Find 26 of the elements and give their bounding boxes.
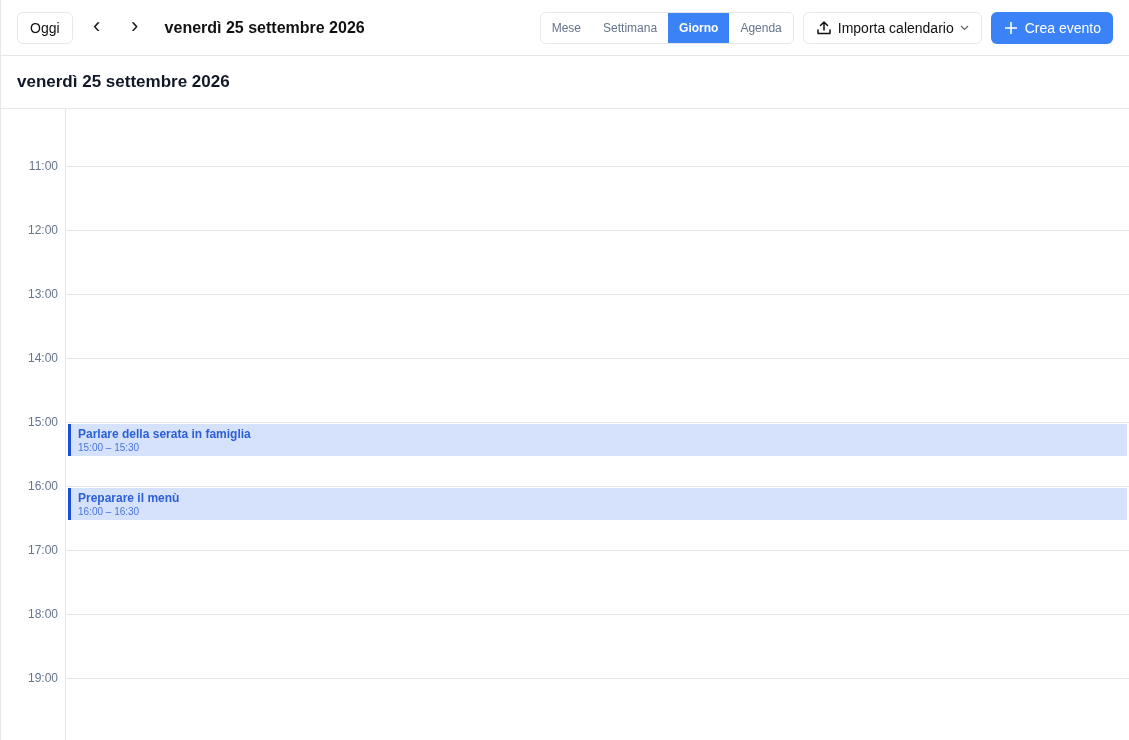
- event-time: 15:00 – 15:30: [78, 442, 141, 453]
- hour-label: 17:00: [27, 543, 58, 557]
- view-tab[interactable]: Giorno: [668, 12, 730, 43]
- caret-icon: [959, 24, 969, 31]
- hour-label: 19:00: [27, 671, 58, 685]
- next-button[interactable]: ›: [120, 16, 149, 39]
- event-block[interactable]: Parlare della serata in famiglia 15:00 – 15:30: [68, 424, 1127, 456]
- plus-icon: [1004, 21, 1017, 34]
- event-block[interactable]: Preparare il menù 16:00 – 16:30: [68, 488, 1127, 520]
- hour-label: 16:00: [27, 479, 58, 493]
- hour-label: 18:00: [27, 607, 58, 621]
- hour-label: 13:00: [27, 287, 58, 301]
- hour-label: 14:00: [27, 351, 58, 365]
- event-title: Preparare il menù: [78, 491, 181, 505]
- previous-button[interactable]: ‹: [82, 16, 111, 39]
- upload-icon: [815, 19, 832, 36]
- today-button[interactable]: Oggi: [17, 11, 73, 44]
- day-heading: venerdì 25 settembre 2026: [17, 72, 230, 92]
- import-button[interactable]: Importa calendario: [802, 11, 982, 44]
- hour-label: 12:00: [27, 223, 58, 237]
- hour-label: 15:00: [27, 415, 58, 429]
- event-title: Parlare della serata in famiglia: [78, 427, 252, 441]
- event-time: 16:00 – 16:30: [78, 506, 141, 517]
- create-event-button[interactable]: Crea evento: [990, 11, 1113, 44]
- current-date: venerdì 25 settembre 2026: [164, 18, 365, 37]
- hour-label: 11:00: [28, 159, 58, 173]
